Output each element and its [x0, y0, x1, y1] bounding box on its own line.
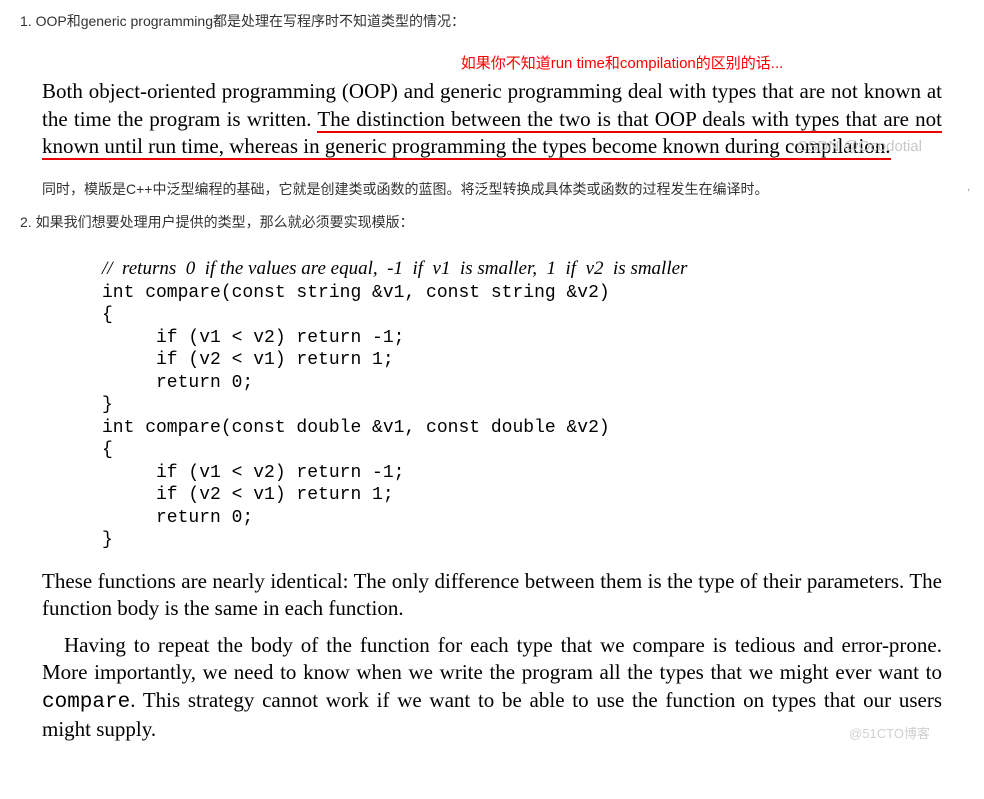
code-line: int compare(const string &v1, const stri… — [102, 283, 610, 303]
code-block: // returns 0 if the values are equal, -1… — [102, 257, 964, 552]
red-annotation: 如果你不知道run time和compilation的区别的话... — [280, 52, 964, 76]
code-line: return 0; — [102, 508, 253, 528]
excerpt3-mono: compare — [42, 691, 130, 714]
code-line: { — [102, 305, 113, 325]
code-line: if (v1 < v2) return -1; — [102, 463, 404, 483]
excerpt3-plain: Having to repeat the body of the functio… — [64, 633, 942, 657]
code-line: if (v2 < v1) return 1; — [102, 350, 394, 370]
list-item-1: 1. OOP和generic programming都是处理在写程序时不知道类型… — [20, 10, 964, 32]
code-line: int compare(const double &v1, const doub… — [102, 418, 610, 438]
code-line: if (v2 < v1) return 1; — [102, 485, 394, 505]
stray-mark: , — [967, 180, 970, 196]
book-excerpt-3: Having to repeat the body of the functio… — [42, 632, 942, 743]
code-line: return 0; — [102, 373, 253, 393]
list-text-2: 如果我们想要处理用户提供的类型，那么就必须要实现模版： — [36, 214, 414, 230]
code-line: } — [102, 530, 113, 550]
book-excerpt-1: Both object-oriented programming (OOP) a… — [42, 78, 942, 160]
code-line: } — [102, 395, 113, 415]
list-text-1: OOP和generic programming都是处理在写程序时不知道类型的情况… — [36, 13, 465, 29]
code-line: { — [102, 440, 113, 460]
list-item-2: 2. 如果我们想要处理用户提供的类型，那么就必须要实现模版： — [20, 211, 964, 233]
excerpt3-underline-a: More importantly, we need to know when w… — [42, 660, 942, 684]
code-line: if (v1 < v2) return -1; — [102, 328, 404, 348]
watermark-cto: @51CTO博客 — [827, 726, 930, 743]
code-comment: // returns 0 if the values are equal, -1… — [102, 258, 687, 279]
excerpt3-underline-b: . This strategy cannot work if we want t… — [42, 688, 942, 741]
list-number-1: 1. — [20, 13, 36, 29]
watermark-csdn: CSDN @Ocodotial — [797, 137, 922, 157]
chinese-paragraph: 同时，模版是C++中泛型编程的基础，它就是创建类或函数的蓝图。将泛型转换成具体类… — [42, 178, 964, 200]
book-excerpt-2: These functions are nearly identical: Th… — [42, 568, 942, 623]
list-number-2: 2. — [20, 214, 36, 230]
